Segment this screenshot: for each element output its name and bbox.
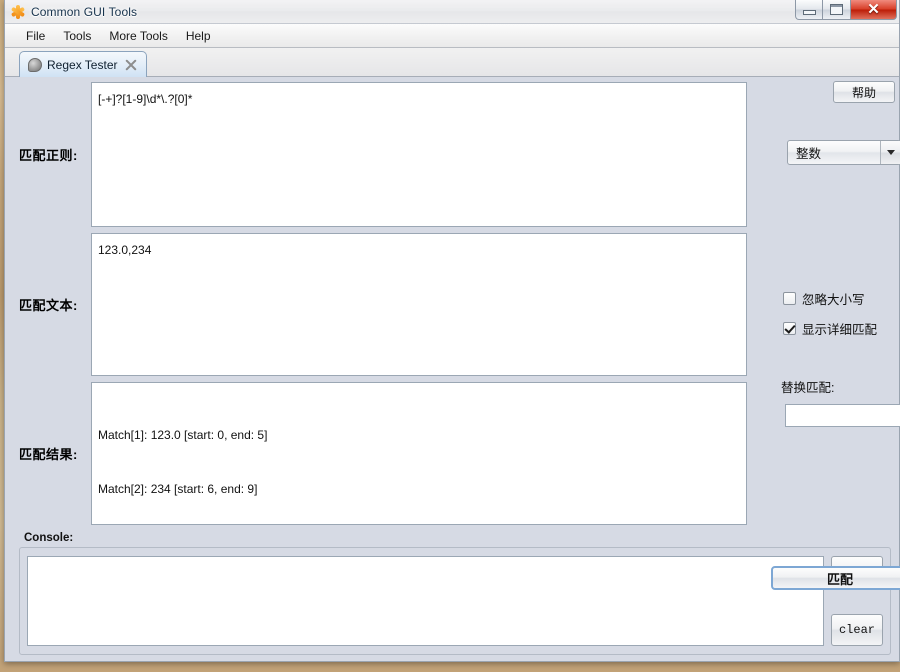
result-line-1: Match[1]: 123.0 [start: 0, end: 5] bbox=[98, 428, 268, 442]
text-label: 匹配文本: bbox=[19, 298, 78, 313]
maximize-icon bbox=[830, 4, 843, 15]
tab-regex-tester[interactable]: Regex Tester bbox=[19, 51, 148, 77]
fields-column: 匹配正则: [-+]?[1-9]\d*\.?[0]* 匹配文本: 123.0,2… bbox=[5, 77, 771, 529]
close-icon: ✕ bbox=[867, 1, 880, 18]
minimize-button[interactable] bbox=[795, 0, 823, 20]
window-title: Common GUI Tools bbox=[31, 4, 138, 19]
result-line-2: Match[2]: 234 [start: 6, end: 9] bbox=[98, 482, 258, 496]
help-button[interactable]: 帮助 bbox=[833, 81, 895, 103]
window-controls: ✕ bbox=[795, 0, 897, 20]
menu-item-file[interactable]: File bbox=[17, 26, 54, 46]
menu-item-help[interactable]: Help bbox=[177, 26, 220, 46]
result-field-row: 匹配结果: Match[1]: 123.0 [start: 0, end: 5]… bbox=[5, 382, 771, 525]
clear-button[interactable]: clear bbox=[831, 614, 883, 646]
menu-item-tools[interactable]: Tools bbox=[54, 26, 100, 46]
regex-input[interactable]: [-+]?[1-9]\d*\.?[0]* bbox=[91, 82, 747, 227]
ignore-case-label: 忽略大小写 bbox=[802, 293, 865, 307]
pattern-type-value: 整数 bbox=[796, 147, 822, 161]
title-bar: Common GUI Tools ✕ bbox=[5, 0, 899, 24]
application-window: Common GUI Tools ✕ File Tools More Tools… bbox=[4, 0, 900, 662]
ignore-case-checkbox-row[interactable]: 忽略大小写 bbox=[783, 289, 865, 308]
console-section: Console: paste clear bbox=[5, 529, 899, 661]
close-button[interactable]: ✕ bbox=[851, 0, 897, 20]
show-detail-label: 显示详细匹配 bbox=[802, 323, 878, 337]
regex-tab-icon bbox=[28, 57, 42, 72]
show-detail-checkbox-row[interactable]: 显示详细匹配 bbox=[783, 319, 877, 338]
regex-field-row: 匹配正则: [-+]?[1-9]\d*\.?[0]* bbox=[5, 82, 771, 227]
upper-section: 匹配正则: [-+]?[1-9]\d*\.?[0]* 匹配文本: 123.0,2… bbox=[5, 77, 900, 590]
main-content: 匹配正则: [-+]?[1-9]\d*\.?[0]* 匹配文本: 123.0,2… bbox=[5, 77, 900, 661]
starburst-icon bbox=[10, 4, 26, 20]
pattern-type-select[interactable]: 整数 bbox=[787, 140, 900, 165]
options-sidebar: 帮助 整数 忽略大小写 显示详细匹配 替换匹配: 匹配 bbox=[771, 77, 900, 590]
match-result-output[interactable]: Match[1]: 123.0 [start: 0, end: 5] Match… bbox=[91, 382, 747, 525]
tab-close-icon[interactable] bbox=[125, 59, 137, 71]
replace-label: 替换匹配: bbox=[781, 381, 835, 395]
replace-input[interactable] bbox=[785, 404, 900, 427]
maximize-button[interactable] bbox=[823, 0, 851, 20]
text-field-row: 匹配文本: 123.0,234 bbox=[5, 233, 771, 376]
menu-item-more-tools[interactable]: More Tools bbox=[100, 26, 176, 46]
result-label: 匹配结果: bbox=[19, 447, 78, 462]
match-text-input[interactable]: 123.0,234 bbox=[91, 233, 747, 376]
chevron-down-icon[interactable] bbox=[880, 141, 900, 164]
regex-label: 匹配正则: bbox=[19, 148, 78, 163]
console-label: Console: bbox=[24, 532, 74, 544]
console-output[interactable] bbox=[27, 556, 824, 646]
tab-strip: Regex Tester bbox=[5, 48, 899, 77]
match-button[interactable]: 匹配 bbox=[771, 566, 900, 590]
menu-bar: File Tools More Tools Help bbox=[5, 24, 899, 48]
show-detail-checkbox[interactable] bbox=[783, 322, 796, 335]
tab-label: Regex Tester bbox=[47, 57, 118, 72]
minimize-icon bbox=[802, 10, 816, 15]
ignore-case-checkbox[interactable] bbox=[783, 292, 796, 305]
console-panel: paste clear bbox=[19, 547, 891, 655]
